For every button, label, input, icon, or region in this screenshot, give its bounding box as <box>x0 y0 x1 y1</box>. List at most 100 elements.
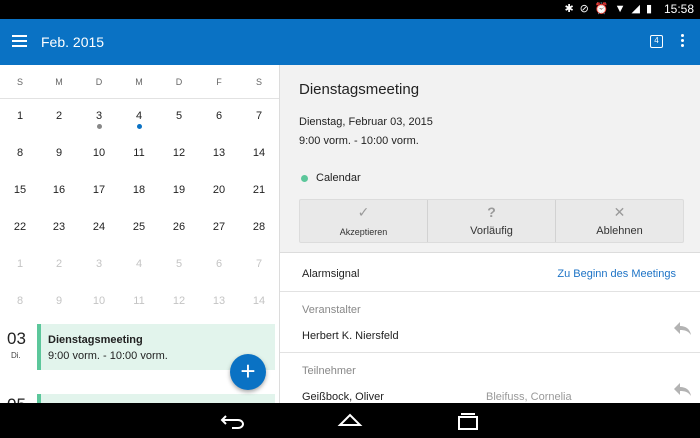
accept-label: Akzeptieren <box>339 227 388 237</box>
accept-button[interactable]: ✓ Akzeptieren <box>300 200 428 242</box>
calendar-day[interactable]: 9 <box>44 295 74 307</box>
calendar-day[interactable]: 11 <box>124 295 154 307</box>
attendee-name[interactable]: Bleifuss, Cornelia <box>486 391 572 403</box>
mute-icon: ⊘ <box>579 3 589 15</box>
add-event-button[interactable]: + <box>230 354 266 390</box>
calendar-week-row: 1234567 <box>0 248 279 285</box>
calendar-day[interactable]: 27 <box>204 221 234 233</box>
calendar-day[interactable]: 6 <box>204 110 234 122</box>
calendar-day[interactable]: 5 <box>164 258 194 270</box>
agenda-event-title: Dienstagsmeeting <box>48 334 143 346</box>
calendar-day[interactable]: 6 <box>204 258 234 270</box>
calendar-week-row: 22 23 24 25 26 27 28 <box>0 211 279 248</box>
calendar-day[interactable]: 8 <box>5 295 35 307</box>
tentative-label: Vorläufig <box>470 225 513 237</box>
month-grid: 1 2 3 4 5 6 7 8 9 10 11 12 13 14 15 16 17 18 19 20 21 22 23 24 2… <box>0 100 279 322</box>
calendar-week-row: 15 16 17 18 19 20 21 <box>0 174 279 211</box>
calendar-name: Calendar <box>316 172 361 184</box>
status-icons: ✱ ⊘ ⏰ ▼ ◢ ▮ <box>564 3 652 16</box>
weekday-label: M <box>55 77 63 87</box>
close-icon: ✕ <box>613 204 626 220</box>
calendar-day[interactable]: 10 <box>84 295 114 307</box>
calendar-day[interactable]: 13 <box>204 295 234 307</box>
tentative-button[interactable]: ? Vorläufig <box>428 200 556 242</box>
calendar-day[interactable]: 24 <box>84 221 114 233</box>
attendees-row: Teilnehmer Geißbock, Oliver Bleifuss, Co… <box>280 353 700 403</box>
calendar-pane: S M D M D F S 1 2 3 4 5 6 7 8 9 10 11 12 13 14 15 16 17 1… <box>0 65 279 403</box>
organizer-label: Veranstalter <box>302 304 361 316</box>
home-icon[interactable] <box>336 411 364 431</box>
calendar-day[interactable]: 5 <box>164 110 194 122</box>
event-detail-pane: Dienstagsmeeting Dienstag, Februar 03, 2… <box>279 65 700 403</box>
calendar-day[interactable]: 11 <box>124 147 154 159</box>
status-time: 15:58 <box>663 2 694 16</box>
weekday-label: S <box>255 77 262 87</box>
calendar-day[interactable]: 7 <box>244 258 274 270</box>
calendar-day[interactable]: 22 <box>5 221 35 233</box>
calendar-day[interactable]: 7 <box>244 110 274 122</box>
month-title[interactable]: Feb. 2015 <box>41 34 104 50</box>
calendar-day[interactable]: 17 <box>84 184 114 196</box>
calendar-day[interactable]: 25 <box>124 221 154 233</box>
bluetooth-icon: ✱ <box>564 3 574 15</box>
calendar-day[interactable]: 23 <box>44 221 74 233</box>
event-time: 9:00 vorm. - 10:00 vorm. <box>299 135 419 147</box>
hamburger-menu-icon[interactable] <box>12 35 27 47</box>
calendar-day[interactable]: 12 <box>164 147 194 159</box>
organizer-name[interactable]: Herbert K. Niersfeld <box>302 330 399 342</box>
calendar-day[interactable]: 20 <box>204 184 234 196</box>
calendar-day[interactable]: 1 <box>5 258 35 270</box>
calendar-week-row: 1234567 <box>0 100 279 137</box>
alarm-value-link[interactable]: Zu Beginn des Meetings <box>557 268 676 280</box>
back-icon[interactable] <box>218 411 246 431</box>
agenda-event-time: 9:00 vorm. - 10:00 vorm. <box>48 350 168 362</box>
overflow-menu-icon[interactable] <box>679 34 685 48</box>
event-dot <box>136 124 142 129</box>
calendar-day[interactable]: 19 <box>164 184 194 196</box>
organizer-row: Veranstalter Herbert K. Niersfeld <box>280 292 700 353</box>
calendar-day[interactable]: 15 <box>5 184 35 196</box>
agenda-day-name: Di. <box>11 351 21 360</box>
calendar-day[interactable]: 18 <box>124 184 154 196</box>
alarm-row: Alarmsignal Zu Beginn des Meetings <box>280 254 700 292</box>
calendar-day[interactable]: 3 <box>84 110 114 122</box>
agenda-next-event-card[interactable] <box>37 394 275 403</box>
calendar-day[interactable]: 21 <box>244 184 274 196</box>
calendar-day[interactable]: 10 <box>84 147 114 159</box>
calendar-day[interactable]: 12 <box>164 295 194 307</box>
decline-button[interactable]: ✕ Ablehnen <box>556 200 683 242</box>
calendar-day[interactable]: 2 <box>44 258 74 270</box>
attendees-label: Teilnehmer <box>302 365 356 377</box>
today-calendar-icon[interactable]: 4 <box>650 35 663 48</box>
calendar-day[interactable]: 8 <box>5 147 35 159</box>
status-bar: ✱ ⊘ ⏰ ▼ ◢ ▮ 15:58 <box>0 0 700 19</box>
weekday-label: S <box>16 77 23 87</box>
weekday-label: M <box>135 77 143 87</box>
alarm-icon: ⏰ <box>594 3 609 15</box>
calendar-day[interactable]: 26 <box>164 221 194 233</box>
calendar-day[interactable]: 28 <box>244 221 274 233</box>
calendar-day[interactable]: 14 <box>244 147 274 159</box>
response-buttons: ✓ Akzeptieren ? Vorläufig ✕ Ablehnen <box>299 199 684 243</box>
weekday-label: F <box>216 77 222 87</box>
agenda-next-day-number: 05 <box>7 395 26 403</box>
calendar-day[interactable]: 4 <box>124 110 154 122</box>
signal-icon: ◢ <box>631 3 640 15</box>
calendar-day[interactable]: 1 <box>5 110 35 122</box>
calendar-day[interactable]: 16 <box>44 184 74 196</box>
calendar-day[interactable]: 4 <box>124 258 154 270</box>
reply-icon[interactable] <box>672 320 692 336</box>
calendar-day[interactable]: 13 <box>204 147 234 159</box>
calendar-week-row: 8 9 10 11 12 13 14 <box>0 137 279 174</box>
calendar-day[interactable]: 2 <box>44 110 74 122</box>
calendar-day[interactable]: 3 <box>84 258 114 270</box>
reply-icon[interactable] <box>672 381 692 397</box>
calendar-color-dot <box>301 175 308 182</box>
calendar-day[interactable]: 9 <box>44 147 74 159</box>
attendee-name[interactable]: Geißbock, Oliver <box>302 391 384 403</box>
weekday-header: S M D M D F S <box>0 65 279 99</box>
app-bar: Feb. 2015 4 <box>0 19 700 65</box>
recent-apps-icon[interactable] <box>454 411 482 431</box>
checkmark-icon: ✓ <box>357 204 370 220</box>
calendar-day[interactable]: 14 <box>244 295 274 307</box>
